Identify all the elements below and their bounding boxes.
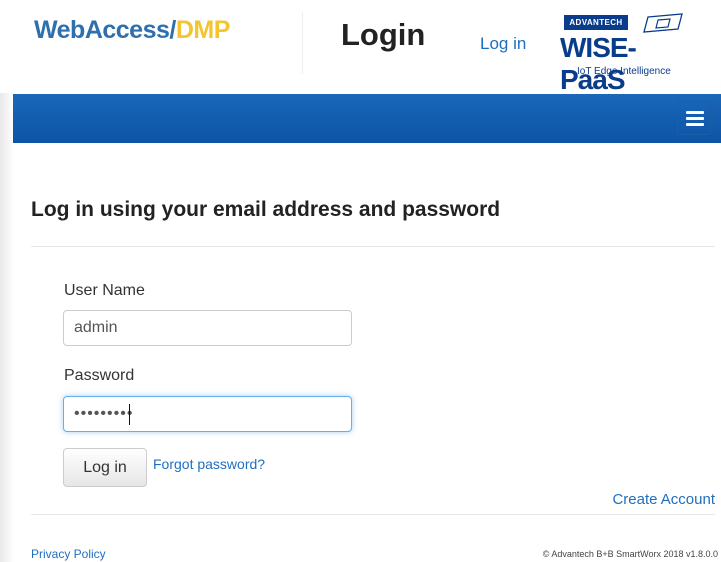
hamburger-line <box>686 117 704 120</box>
hamburger-line <box>686 123 704 126</box>
hamburger-menu-icon[interactable] <box>677 101 711 135</box>
header-login-link[interactable]: Log in <box>480 34 526 54</box>
hamburger-line <box>686 111 704 114</box>
page-title: Login <box>341 17 426 52</box>
brand-suffix: DMP <box>175 16 231 44</box>
navbar <box>13 94 721 143</box>
wise-paas-wordmark: WISE-PaaS <box>560 32 637 95</box>
password-label: Password <box>64 367 135 384</box>
header: WebAccess/DMP Login Log in ADVANTECH WIS… <box>0 0 721 95</box>
copyright-text: © Advantech B+B SmartWorx 2018 v1.8.0.0 <box>542 549 718 559</box>
login-instructions-heading: Log in using your email address and pass… <box>31 198 501 221</box>
privacy-policy-link[interactable]: Privacy Policy <box>31 547 106 561</box>
create-account-link[interactable]: Create Account <box>612 491 715 508</box>
header-divider <box>302 12 303 74</box>
username-label: User Name <box>64 282 145 299</box>
forgot-password-link[interactable]: Forgot password? <box>153 456 265 472</box>
brand-name: WebAccess/ <box>34 16 176 44</box>
advantech-logo: ADVANTECH <box>564 15 628 30</box>
heading-divider <box>31 246 715 247</box>
logo-tagline: IoT Edge Intelligence <box>577 66 671 77</box>
brand-logo: WebAccess/DMP <box>34 16 230 45</box>
password-input[interactable] <box>63 396 352 432</box>
login-button[interactable]: Log in <box>63 448 147 487</box>
username-input[interactable] <box>63 310 352 346</box>
text-cursor <box>129 404 130 425</box>
footer-divider <box>31 514 715 515</box>
wise-paas-logo: ADVANTECH WISE-PaaS IoT Edge Intelligenc… <box>560 13 700 95</box>
